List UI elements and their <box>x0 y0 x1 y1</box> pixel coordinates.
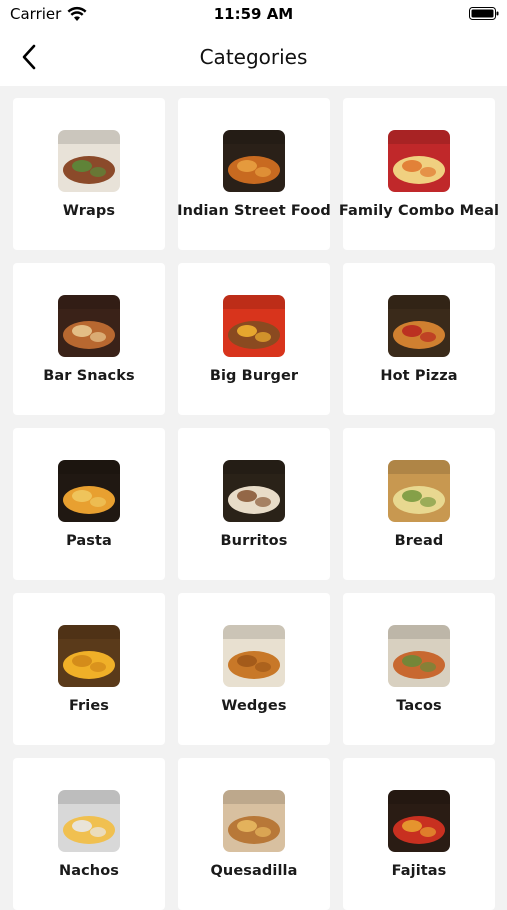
category-label: Fajitas <box>391 863 447 879</box>
category-label: Bar Snacks <box>43 368 135 384</box>
category-label: Wedges <box>221 698 287 714</box>
category-image <box>223 625 285 687</box>
category-image <box>223 130 285 192</box>
category-label: Nachos <box>58 863 120 879</box>
battery-icon <box>469 7 499 20</box>
category-label: Bread <box>394 533 444 549</box>
category-card[interactable]: Family Combo Meal <box>339 98 499 250</box>
category-card[interactable]: Nachos <box>13 758 165 910</box>
category-label: Burritos <box>220 533 288 549</box>
category-card[interactable]: Burritos <box>178 428 330 580</box>
page-title: Categories <box>199 45 308 69</box>
category-card[interactable]: Pasta <box>13 428 165 580</box>
category-card[interactable]: Big Burger <box>178 263 330 415</box>
category-image <box>58 130 120 192</box>
category-label: Fries <box>68 698 110 714</box>
category-label: Indian Street Food <box>177 203 331 219</box>
category-card[interactable]: Wedges <box>178 593 330 745</box>
category-label: Family Combo Meal <box>338 203 500 219</box>
status-bar: Carrier 11:59 AM <box>0 0 507 30</box>
category-label: Wraps <box>62 203 116 219</box>
status-time: 11:59 AM <box>213 5 294 23</box>
category-card[interactable]: Fries <box>13 593 165 745</box>
category-image <box>223 295 285 357</box>
category-label: Pasta <box>66 533 112 549</box>
category-card[interactable]: Wraps <box>13 98 165 250</box>
category-image <box>58 625 120 687</box>
category-label: Big Burger <box>209 368 299 384</box>
category-card[interactable]: Hot Pizza <box>343 263 495 415</box>
category-label: Tacos <box>396 698 442 714</box>
category-label: Quesadilla <box>210 863 298 879</box>
category-card[interactable]: Bread <box>343 428 495 580</box>
category-image <box>388 790 450 852</box>
category-image <box>58 790 120 852</box>
category-card[interactable]: Indian Street Food <box>177 98 331 250</box>
category-card[interactable]: Fajitas <box>343 758 495 910</box>
category-image <box>223 460 285 522</box>
category-image <box>58 295 120 357</box>
category-image <box>388 295 450 357</box>
category-card[interactable]: Quesadilla <box>178 758 330 910</box>
category-card[interactable]: Tacos <box>343 593 495 745</box>
category-image <box>388 460 450 522</box>
category-image <box>388 130 450 192</box>
category-card[interactable]: Bar Snacks <box>13 263 165 415</box>
navigation-bar: Categories <box>0 30 507 86</box>
categories-grid: Wraps Indian Street Food Family Combo Meal… <box>13 98 499 910</box>
category-image <box>223 790 285 852</box>
category-label: Hot Pizza <box>380 368 458 384</box>
category-image <box>388 625 450 687</box>
category-image <box>58 460 120 522</box>
